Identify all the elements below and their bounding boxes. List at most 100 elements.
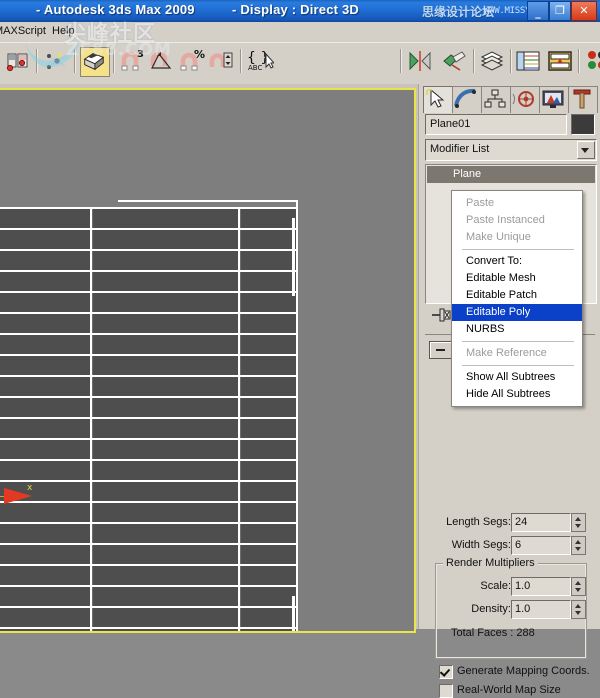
width-segs-value: 6 (515, 539, 521, 551)
plane-edge-horizontal (0, 333, 298, 335)
density-value: 1.0 (515, 603, 530, 615)
plane-edge-horizontal (0, 396, 298, 398)
toolbar-separator (400, 49, 402, 73)
perspective-viewport[interactable]: x (0, 88, 416, 633)
menu-item-paste[interactable]: Paste (452, 195, 582, 212)
toolbar-separator (113, 49, 115, 73)
selection-bracket (296, 200, 298, 218)
menu-item-editable-patch[interactable]: Editable Patch (452, 287, 582, 304)
curve-editor-icon[interactable] (514, 47, 542, 75)
tab-create[interactable] (423, 86, 453, 113)
named-selection-sets-icon[interactable]: { } ABC (246, 47, 274, 75)
plane-edge-horizontal (0, 606, 298, 608)
generate-mapping-coords-label: Generate Mapping Coords. (457, 665, 590, 677)
maximize-button[interactable]: ❐ (549, 1, 571, 21)
density-label: Density: (471, 603, 511, 615)
modifier-list-dropdown[interactable]: Modifier List (425, 139, 597, 161)
tab-modify[interactable] (452, 86, 482, 113)
width-segs-spinner[interactable] (571, 536, 586, 555)
menu-bar: MAXScript Help (0, 22, 600, 43)
menu-maxscript[interactable]: MAXScript (0, 25, 46, 37)
modifier-list-label: Modifier List (430, 143, 489, 155)
snaps-toggle-3d-icon[interactable]: 3 (118, 47, 146, 75)
align-icon[interactable] (440, 47, 468, 75)
menu-item-convert-to[interactable]: Convert To: (452, 253, 582, 270)
angle-snap-toggle-icon[interactable] (148, 47, 176, 75)
menu-item-make-reference[interactable]: Make Reference (452, 345, 582, 362)
pin-stack-icon[interactable] (431, 307, 453, 323)
schematic-view-icon[interactable] (546, 47, 574, 75)
selection-bracket (292, 596, 295, 631)
plane-edge-horizontal (0, 207, 298, 209)
scale-label: Scale: (480, 580, 511, 592)
length-segs-field[interactable]: 24 (511, 513, 571, 532)
display-title: - Display : Direct 3D (232, 2, 359, 17)
minimize-icon: _ (528, 4, 548, 21)
object-color-swatch[interactable] (571, 114, 595, 135)
transform-gizmo[interactable]: x (0, 485, 54, 509)
tab-hierarchy[interactable] (481, 86, 511, 113)
real-world-map-size-label: Real-World Map Size (457, 684, 561, 696)
menu-item-make-unique[interactable]: Make Unique (452, 229, 582, 246)
svg-text:ABC: ABC (248, 64, 262, 72)
generate-mapping-coords-checkbox[interactable] (439, 665, 453, 679)
object-name-field[interactable]: Plane01 (425, 114, 567, 135)
viewport-canvas[interactable]: x (0, 90, 414, 631)
percent-snap-toggle-icon[interactable]: % (178, 47, 206, 75)
spinner-snap-toggle-icon[interactable] (208, 47, 236, 75)
toolbar-separator (473, 49, 475, 73)
scale-field[interactable]: 1.0 (511, 577, 571, 596)
density-spinner[interactable] (571, 600, 586, 619)
minimize-button[interactable]: _ (527, 1, 549, 21)
window-title-bar: - Autodesk 3ds Max 2009 - Display : Dire… (0, 0, 600, 22)
toolbar-separator (578, 49, 580, 73)
toolbar-separator (510, 49, 512, 73)
plane-edge-horizontal (0, 270, 298, 272)
menu-separator (462, 249, 574, 250)
menu-item-nurbs[interactable]: NURBS (452, 321, 582, 338)
app-title: - Autodesk 3ds Max 2009 (36, 2, 195, 17)
menu-item-paste-instanced[interactable]: Paste Instanced (452, 212, 582, 229)
modifier-stack-item-plane[interactable]: Plane (427, 166, 595, 183)
length-segs-spinner[interactable] (571, 513, 586, 532)
plane-edge-horizontal (0, 375, 298, 377)
tab-display[interactable] (539, 86, 569, 113)
select-and-link-icon[interactable] (4, 47, 32, 75)
menu-item-hide-all-subtrees[interactable]: Hide All Subtrees (452, 386, 582, 403)
scale-value: 1.0 (515, 580, 530, 592)
plane-edge-horizontal (0, 564, 298, 566)
chevron-down-icon[interactable] (577, 141, 595, 159)
svg-text:%: % (194, 48, 205, 61)
material-editor-icon[interactable] (583, 47, 600, 75)
rollout-collapse-button[interactable] (429, 341, 453, 359)
bind-to-space-warp-icon[interactable] (43, 47, 71, 75)
plane-edge-horizontal (0, 354, 298, 356)
width-segs-label: Width Segs: (452, 539, 511, 551)
scale-spinner[interactable] (571, 577, 586, 596)
menu-item-editable-poly[interactable]: Editable Poly (452, 304, 582, 321)
width-segs-field[interactable]: 6 (511, 536, 571, 555)
svg-text:3: 3 (137, 49, 144, 60)
select-object-box-icon[interactable] (80, 47, 110, 77)
menu-item-show-all-subtrees[interactable]: Show All Subtrees (452, 369, 582, 386)
tab-utilities[interactable] (568, 86, 598, 113)
maximize-icon: ❐ (550, 2, 570, 19)
render-multipliers-label: Render Multipliers (443, 557, 538, 569)
mirror-icon[interactable] (406, 47, 434, 75)
real-world-map-size-checkbox[interactable] (439, 684, 453, 698)
menu-separator (462, 341, 574, 342)
tab-motion[interactable] (510, 86, 540, 113)
axis-label-x: x (27, 483, 32, 493)
plane-edge-horizontal (0, 459, 298, 461)
density-field[interactable]: 1.0 (511, 600, 571, 619)
menu-help[interactable]: Help (52, 25, 75, 37)
layer-manager-icon[interactable] (478, 47, 506, 75)
menu-item-editable-mesh[interactable]: Editable Mesh (452, 270, 582, 287)
selection-bracket (118, 200, 298, 202)
main-toolbar: 3 % { } ABC (0, 42, 600, 87)
plane-edge-horizontal (0, 522, 298, 524)
length-segs-label: Length Segs: (446, 516, 511, 528)
plane-edge-horizontal (0, 585, 298, 587)
close-icon: ✕ (572, 2, 596, 19)
close-button[interactable]: ✕ (571, 1, 597, 21)
